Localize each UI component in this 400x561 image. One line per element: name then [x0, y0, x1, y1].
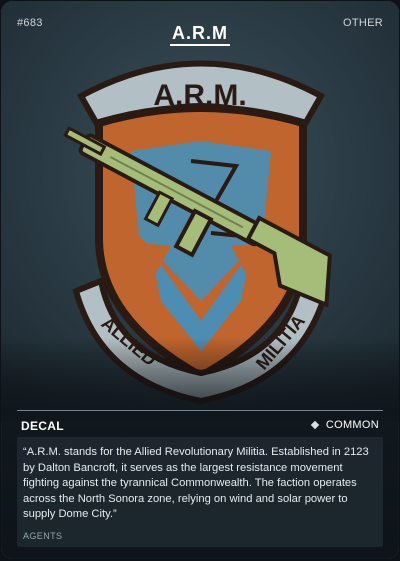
faction-tag: AGENTS [23, 531, 63, 541]
rarity-badge: COMMON [310, 419, 379, 431]
card-title: A.R.M [1, 23, 399, 46]
divider [17, 410, 383, 411]
rarity-label: COMMON [325, 419, 379, 431]
description-text: “A.R.M. stands for the Allied Revolution… [23, 446, 369, 520]
arm-decal-artwork: A.R.M. ALLIED MILITIA [1, 1, 399, 421]
item-type-label: DECAL [21, 419, 64, 433]
decal-card[interactable]: A.R.M. ALLIED MILITIA #683 OTHER A.R.M D… [1, 1, 399, 559]
diamond-icon [310, 420, 320, 430]
